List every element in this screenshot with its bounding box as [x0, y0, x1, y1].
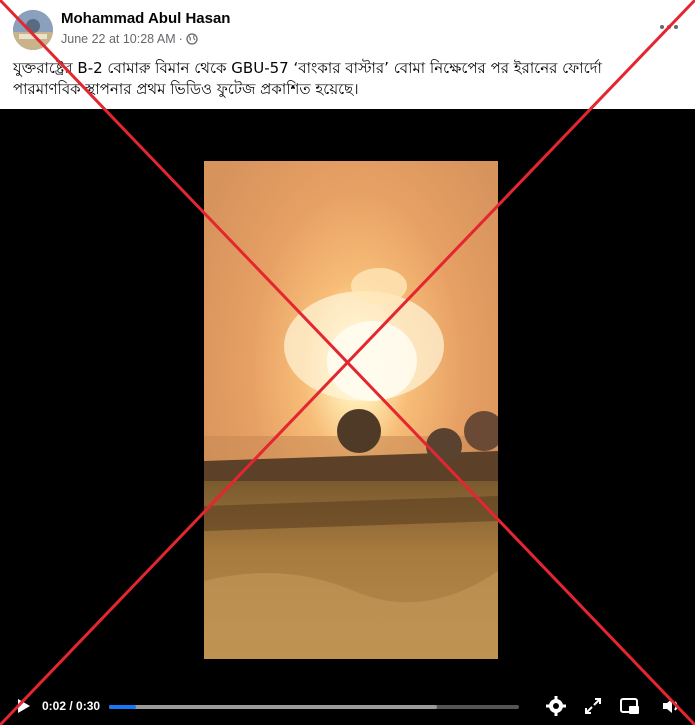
fullscreen-icon[interactable] [582, 695, 604, 717]
caption-line-2: পারমাণবিক স্থাপনার প্রথম ভিডিও ফুটেজ প্র… [13, 80, 359, 98]
more-options-icon[interactable] [659, 14, 679, 35]
picture-in-picture-icon[interactable] [619, 695, 641, 717]
time-display: 0:02 / 0:30 [42, 699, 101, 713]
author-name[interactable]: Mohammad Abul Hasan [61, 10, 230, 27]
post-header: Mohammad Abul Hasan June 22 at 10:28 AM … [0, 0, 695, 55]
settings-icon[interactable] [545, 695, 567, 717]
post-date[interactable]: June 22 at 10:28 AM [61, 32, 176, 46]
play-icon[interactable] [12, 695, 34, 717]
post-caption: যুক্তরাষ্ট্রের B-2 বোমারু বিমান থেকে GBU… [13, 58, 678, 100]
post-meta: June 22 at 10:28 AM · [61, 32, 198, 46]
caption-line-1: যুক্তরাষ্ট্রের B-2 বোমারু বিমান থেকে GBU… [13, 59, 602, 77]
video-controls: 0:02 / 0:30 [0, 683, 695, 725]
globe-icon [186, 33, 198, 45]
buffered-fill [109, 705, 437, 709]
progress-bar[interactable] [109, 705, 519, 709]
avatar[interactable] [13, 10, 53, 50]
video-player[interactable] [0, 109, 695, 725]
played-fill [109, 705, 137, 709]
video-frame[interactable] [204, 161, 498, 659]
meta-separator: · [178, 32, 183, 46]
volume-icon[interactable] [660, 695, 682, 717]
